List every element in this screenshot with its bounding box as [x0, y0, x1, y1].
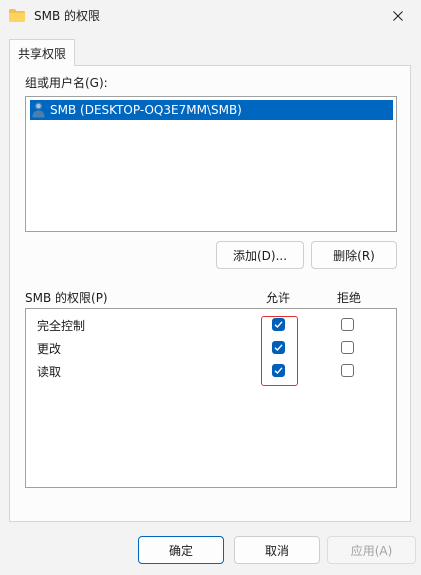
- user-icon: [32, 102, 45, 118]
- cancel-button[interactable]: 取消: [234, 536, 320, 564]
- close-icon: [393, 11, 403, 21]
- users-list[interactable]: SMB (DESKTOP-OQ3E7MM\SMB): [25, 96, 397, 232]
- allow-column-header: 允许: [266, 291, 291, 305]
- title-bar: SMB 的权限: [0, 0, 421, 32]
- deny-read-checkbox[interactable]: [341, 364, 354, 377]
- deny-column-header: 拒绝: [337, 291, 362, 305]
- folder-icon: [9, 9, 25, 22]
- remove-button[interactable]: 删除(R): [311, 241, 397, 269]
- close-button[interactable]: [375, 0, 421, 32]
- apply-button[interactable]: 应用(A): [327, 536, 416, 564]
- permissions-list: 完全控制 更改 读取: [25, 308, 397, 488]
- user-name: SMB (DESKTOP-OQ3E7MM\SMB): [50, 103, 242, 117]
- user-list-item[interactable]: SMB (DESKTOP-OQ3E7MM\SMB): [30, 100, 393, 120]
- tab-share-permissions[interactable]: 共享权限: [9, 39, 75, 66]
- permission-name: 读取: [37, 365, 62, 379]
- permission-row-read: 读取: [26, 360, 396, 382]
- groups-label: 组或用户名(G):: [25, 76, 108, 90]
- add-button[interactable]: 添加(D)...: [216, 241, 304, 269]
- permissions-title: SMB 的权限(P): [25, 291, 108, 305]
- annotation-highlight-box: [261, 316, 298, 386]
- window-title: SMB 的权限: [34, 9, 101, 23]
- permission-row-change: 更改: [26, 337, 396, 359]
- permission-row-full-control: 完全控制: [26, 314, 396, 336]
- deny-full-control-checkbox[interactable]: [341, 318, 354, 331]
- permission-name: 完全控制: [37, 319, 86, 333]
- permission-name: 更改: [37, 342, 62, 356]
- ok-button[interactable]: 确定: [138, 536, 224, 564]
- deny-change-checkbox[interactable]: [341, 341, 354, 354]
